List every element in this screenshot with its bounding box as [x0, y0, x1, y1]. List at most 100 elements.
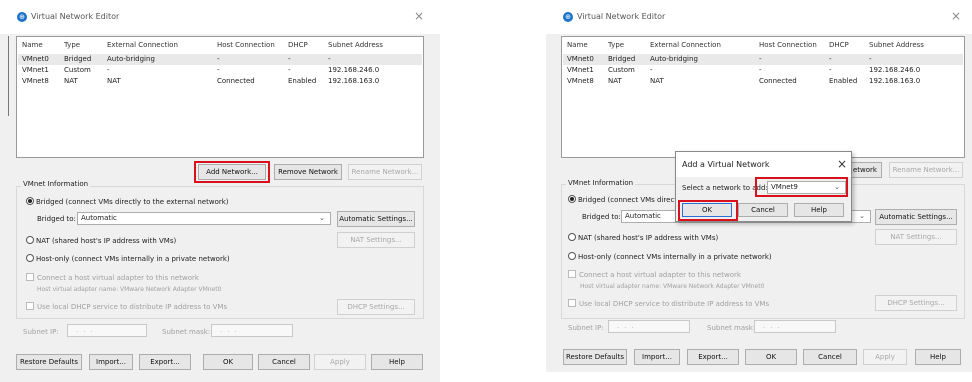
- automatic-settings-button[interactable]: Automatic Settings...: [875, 209, 957, 225]
- subnet-ip-field[interactable]: ...: [608, 320, 690, 333]
- cell-name: VMnet1: [567, 66, 594, 74]
- apply-button[interactable]: Apply: [314, 354, 366, 370]
- table-row[interactable]: VMnet8 NAT NAT Connected Enabled 192.168…: [563, 76, 963, 87]
- restore-defaults-button[interactable]: Restore Defaults: [16, 354, 82, 370]
- cell-external: Auto-bridging: [650, 55, 698, 63]
- cell-external: -: [650, 66, 653, 74]
- import-button[interactable]: Import...: [634, 349, 680, 365]
- automatic-settings-button[interactable]: Automatic Settings...: [337, 211, 415, 227]
- nat-settings-button[interactable]: NAT Settings...: [875, 229, 957, 245]
- connect-adapter-checkbox[interactable]: Connect a host virtual adapter to this n…: [26, 273, 199, 282]
- column-header-dhcp[interactable]: DHCP: [288, 41, 308, 49]
- nat-radio[interactable]: NAT (shared host's IP address with VMs): [568, 233, 718, 242]
- column-header-dhcp[interactable]: DHCP: [829, 41, 849, 49]
- cancel-button[interactable]: Cancel: [738, 203, 788, 217]
- subnet-ip-label: Subnet IP:: [23, 328, 59, 336]
- column-header-type[interactable]: Type: [608, 41, 624, 49]
- connect-adapter-checkbox[interactable]: Connect a host virtual adapter to this n…: [568, 270, 741, 279]
- close-icon[interactable]: ×: [837, 157, 847, 171]
- connect-adapter-label: Connect a host virtual adapter to this n…: [579, 271, 741, 279]
- bridged-to-value: Automatic: [625, 212, 661, 220]
- export-button[interactable]: Export...: [139, 354, 191, 370]
- use-dhcp-label: Use local DHCP service to distribute IP …: [37, 303, 228, 311]
- use-dhcp-label: Use local DHCP service to distribute IP …: [579, 300, 770, 308]
- cell-host: Connected: [759, 77, 797, 85]
- dialog-title: Add a Virtual Network: [682, 160, 770, 169]
- restore-defaults-button[interactable]: Restore Defaults: [563, 349, 627, 365]
- cell-type: Bridged: [608, 55, 636, 63]
- column-header-external[interactable]: External Connection: [107, 41, 178, 49]
- use-dhcp-checkbox[interactable]: Use local DHCP service to distribute IP …: [26, 302, 227, 311]
- cell-name: VMnet8: [22, 77, 49, 85]
- export-button[interactable]: Export...: [687, 349, 739, 365]
- cancel-button[interactable]: Cancel: [803, 349, 857, 365]
- bridged-to-select[interactable]: Automatic ⌄: [77, 212, 331, 225]
- subnet-mask-label: Subnet mask:: [162, 328, 211, 336]
- dhcp-settings-button[interactable]: DHCP Settings...: [875, 295, 957, 311]
- bridged-to-label: Bridged to:: [37, 215, 76, 223]
- table-row[interactable]: VMnet1 Custom - - - 192.168.246.0: [18, 65, 422, 76]
- checkbox-icon: [26, 273, 34, 281]
- cell-host: -: [759, 66, 762, 74]
- column-header-host[interactable]: Host Connection: [217, 41, 275, 49]
- hostonly-radio[interactable]: Host-only (connect VMs internally in a p…: [26, 254, 230, 263]
- bridged-radio[interactable]: Bridged (connect VMs directl: [568, 195, 679, 204]
- ok-button[interactable]: OK: [203, 354, 253, 370]
- column-header-type[interactable]: Type: [64, 41, 80, 49]
- bridged-to-value: Automatic: [81, 214, 117, 222]
- subnet-mask-field[interactable]: ...: [754, 320, 836, 333]
- close-icon[interactable]: ×: [414, 9, 424, 23]
- column-header-host[interactable]: Host Connection: [759, 41, 817, 49]
- cell-name: VMnet1: [22, 66, 49, 74]
- network-list[interactable]: Name Type External Connection Host Conne…: [561, 36, 965, 158]
- subnet-mask-field[interactable]: ...: [211, 324, 293, 337]
- remove-network-button[interactable]: Remove Network: [274, 164, 342, 180]
- taskbar-strip: [546, 372, 972, 382]
- network-list[interactable]: Name Type External Connection Host Conne…: [16, 36, 424, 158]
- cell-subnet: -: [328, 55, 331, 63]
- rename-network-button[interactable]: Rename Network...: [348, 164, 422, 180]
- import-button[interactable]: Import...: [89, 354, 133, 370]
- close-icon[interactable]: ×: [951, 9, 961, 23]
- table-row[interactable]: VMnet8 NAT NAT Connected Enabled 192.168…: [18, 76, 422, 87]
- rename-network-button[interactable]: Rename Network...: [889, 162, 963, 178]
- vmnet-info-title: VMnet Information: [21, 180, 91, 188]
- cell-name: VMnet0: [567, 55, 594, 63]
- cell-host: Connected: [217, 77, 255, 85]
- radio-icon: [26, 236, 34, 244]
- hostonly-label: Host-only (connect VMs internally in a p…: [36, 255, 230, 263]
- hostonly-label: Host-only (connect VMs internally in a p…: [578, 253, 772, 261]
- column-header-subnet[interactable]: Subnet Address: [869, 41, 924, 49]
- highlight-box: [194, 161, 270, 183]
- column-header-subnet[interactable]: Subnet Address: [328, 41, 383, 49]
- radio-icon: [568, 252, 576, 260]
- table-row[interactable]: VMnet1 Custom - - - 192.168.246.0: [563, 65, 963, 76]
- table-row[interactable]: VMnet0 Bridged Auto-bridging - - -: [563, 54, 963, 65]
- dhcp-settings-button[interactable]: DHCP Settings...: [337, 299, 415, 315]
- cell-name: VMnet0: [22, 55, 49, 63]
- hostonly-radio[interactable]: Host-only (connect VMs internally in a p…: [568, 252, 772, 261]
- checkbox-icon: [26, 302, 34, 310]
- cell-dhcp: Enabled: [288, 77, 317, 85]
- help-button[interactable]: Help: [915, 349, 961, 365]
- subnet-ip-field[interactable]: ...: [67, 324, 147, 337]
- ok-button[interactable]: OK: [745, 349, 797, 365]
- title-bar: ⊕ Virtual Network Editor ×: [546, 0, 972, 34]
- help-button[interactable]: Help: [794, 203, 844, 217]
- virtual-network-editor-left: ⊕ Virtual Network Editor × Name Type Ext…: [0, 0, 440, 382]
- use-dhcp-checkbox[interactable]: Use local DHCP service to distribute IP …: [568, 299, 769, 308]
- nat-radio[interactable]: NAT (shared host's IP address with VMs): [26, 236, 176, 245]
- help-button[interactable]: Help: [371, 354, 423, 370]
- column-header-name[interactable]: Name: [567, 41, 588, 49]
- nat-settings-button[interactable]: NAT Settings...: [337, 232, 415, 248]
- radio-selected-icon: [26, 197, 34, 205]
- bridged-radio[interactable]: Bridged (connect VMs directly to the ext…: [26, 197, 229, 206]
- cancel-button[interactable]: Cancel: [258, 354, 310, 370]
- column-header-name[interactable]: Name: [22, 41, 43, 49]
- cell-dhcp: -: [829, 66, 832, 74]
- apply-button[interactable]: Apply: [863, 349, 907, 365]
- column-header-external[interactable]: External Connection: [650, 41, 721, 49]
- vmware-network-icon: ⊕: [563, 12, 573, 22]
- table-row[interactable]: VMnet0 Bridged Auto-bridging - - -: [18, 54, 422, 65]
- cell-external: Auto-bridging: [107, 55, 155, 63]
